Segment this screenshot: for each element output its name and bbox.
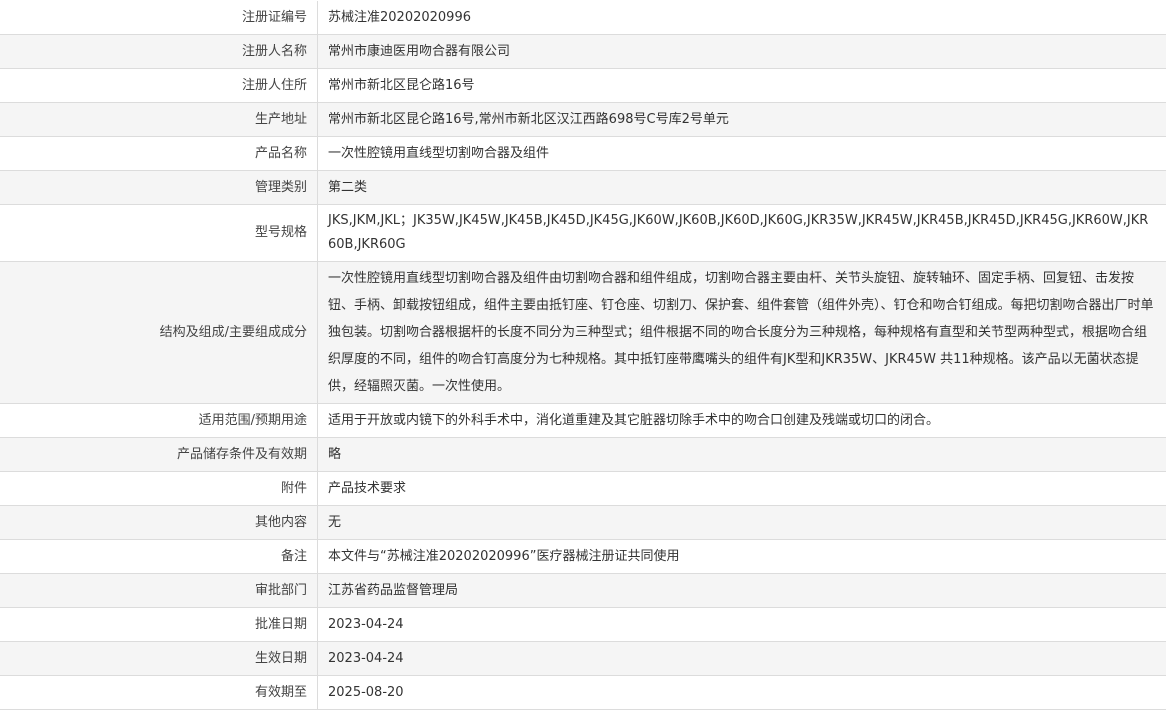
field-value: 第二类 xyxy=(318,171,1166,205)
table-row: 生效日期2023-04-24 xyxy=(0,642,1166,676)
field-value: 2025-08-20 xyxy=(318,676,1166,710)
field-label: 生效日期 xyxy=(0,642,318,676)
field-label: 适用范围/预期用途 xyxy=(0,404,318,438)
table-row: 注册证编号苏械注准20202020996 xyxy=(0,1,1166,35)
field-value: 略 xyxy=(318,438,1166,472)
table-row: 结构及组成/主要组成成分一次性腔镜用直线型切割吻合器及组件由切割吻合器和组件组成… xyxy=(0,262,1166,404)
field-value: JKS,JKM,JKL；JK35W,JK45W,JK45B,JK45D,JK45… xyxy=(318,205,1166,262)
field-label: 注册人住所 xyxy=(0,69,318,103)
table-row: 批准日期2023-04-24 xyxy=(0,608,1166,642)
field-value: 适用于开放或内镜下的外科手术中，消化道重建及其它脏器切除手术中的吻合口创建及残端… xyxy=(318,404,1166,438)
field-label: 生产地址 xyxy=(0,103,318,137)
field-label: 其他内容 xyxy=(0,506,318,540)
field-value: 常州市新北区昆仑路16号 xyxy=(318,69,1166,103)
field-label: 型号规格 xyxy=(0,205,318,262)
field-value: 2023-04-24 xyxy=(318,608,1166,642)
field-value: 苏械注准20202020996 xyxy=(318,1,1166,35)
table-row: 附件产品技术要求 xyxy=(0,472,1166,506)
field-label: 批准日期 xyxy=(0,608,318,642)
field-label: 注册证编号 xyxy=(0,1,318,35)
field-value: 无 xyxy=(318,506,1166,540)
field-label: 有效期至 xyxy=(0,676,318,710)
field-label: 产品储存条件及有效期 xyxy=(0,438,318,472)
field-label: 附件 xyxy=(0,472,318,506)
table-row: 产品储存条件及有效期略 xyxy=(0,438,1166,472)
field-value: 常州市康迪医用吻合器有限公司 xyxy=(318,35,1166,69)
table-row: 注册人住所常州市新北区昆仑路16号 xyxy=(0,69,1166,103)
field-value: 产品技术要求 xyxy=(318,472,1166,506)
table-row: 审批部门江苏省药品监督管理局 xyxy=(0,574,1166,608)
field-label: 产品名称 xyxy=(0,137,318,171)
field-label: 审批部门 xyxy=(0,574,318,608)
field-label: 注册人名称 xyxy=(0,35,318,69)
table-row: 管理类别第二类 xyxy=(0,171,1166,205)
table-row: 注册人名称常州市康迪医用吻合器有限公司 xyxy=(0,35,1166,69)
field-value: 本文件与“苏械注准20202020996”医疗器械注册证共同使用 xyxy=(318,540,1166,574)
table-row: 产品名称一次性腔镜用直线型切割吻合器及组件 xyxy=(0,137,1166,171)
table-row: 其他内容无 xyxy=(0,506,1166,540)
field-value: 江苏省药品监督管理局 xyxy=(318,574,1166,608)
field-value: 一次性腔镜用直线型切割吻合器及组件由切割吻合器和组件组成，切割吻合器主要由杆、关… xyxy=(318,262,1166,404)
table-row: 型号规格JKS,JKM,JKL；JK35W,JK45W,JK45B,JK45D,… xyxy=(0,205,1166,262)
field-value: 一次性腔镜用直线型切割吻合器及组件 xyxy=(318,137,1166,171)
table-row: 备注本文件与“苏械注准20202020996”医疗器械注册证共同使用 xyxy=(0,540,1166,574)
table-row: 生产地址常州市新北区昆仑路16号,常州市新北区汉江西路698号C号库2号单元 xyxy=(0,103,1166,137)
table-row: 适用范围/预期用途适用于开放或内镜下的外科手术中，消化道重建及其它脏器切除手术中… xyxy=(0,404,1166,438)
field-value: 2023-04-24 xyxy=(318,642,1166,676)
field-value: 常州市新北区昆仑路16号,常州市新北区汉江西路698号C号库2号单元 xyxy=(318,103,1166,137)
registration-info-table: 注册证编号苏械注准20202020996注册人名称常州市康迪医用吻合器有限公司注… xyxy=(0,1,1166,710)
table-row: 有效期至2025-08-20 xyxy=(0,676,1166,710)
field-label: 管理类别 xyxy=(0,171,318,205)
field-label: 结构及组成/主要组成成分 xyxy=(0,262,318,404)
field-label: 备注 xyxy=(0,540,318,574)
